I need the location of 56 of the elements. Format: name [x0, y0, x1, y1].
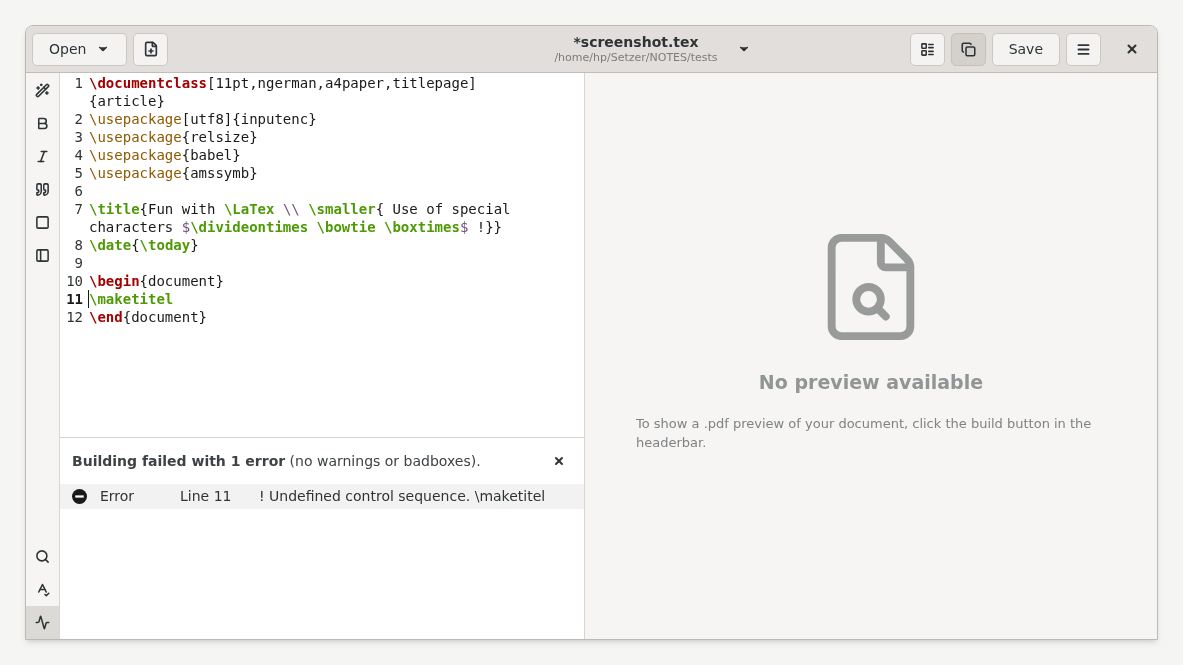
search-icon	[35, 549, 50, 564]
line-number: 5	[73, 164, 84, 182]
line-number: 12	[65, 308, 84, 326]
menu-icon	[1076, 41, 1091, 57]
code-line: \date{\today}	[89, 236, 199, 254]
save-button[interactable]: Save	[991, 32, 1060, 66]
line-number: 8	[73, 236, 84, 254]
line-number: 10	[65, 272, 84, 290]
spellcheck-icon	[35, 582, 50, 597]
list-icon	[919, 41, 935, 57]
new-file-icon	[142, 41, 159, 57]
line-number: 7	[73, 200, 84, 219]
window-title: *screenshot.tex	[573, 33, 699, 51]
no-preview-hint: To show a .pdf preview of your document, click the build button in the headerbar.	[636, 414, 1093, 452]
sidebar-tool-button[interactable]	[26, 606, 59, 639]
close-icon	[1125, 42, 1139, 56]
line-number: 2	[73, 110, 84, 128]
activity-chart-icon	[35, 615, 50, 630]
sidebar-panel-icon	[35, 248, 50, 263]
no-preview-heading: No preview available	[758, 370, 984, 395]
pages-icon	[960, 41, 976, 57]
line-number: 1	[73, 74, 84, 93]
line-number: 6	[73, 182, 84, 200]
structure-toggle-button[interactable]	[909, 32, 945, 66]
preview-toggle-button[interactable]	[950, 32, 986, 66]
code-line: \maketitel	[88, 290, 174, 308]
close-icon	[553, 455, 565, 467]
code-line: {article}	[89, 92, 166, 110]
log-line: Line 11	[180, 487, 233, 506]
log-row[interactable]: Error Line 11 ! Undefined control sequence. \maketitel	[60, 484, 584, 509]
build-status-message: Building failed with 1 error (no warnings or badboxes).	[72, 451, 481, 471]
line-number: 9	[73, 254, 84, 272]
code-line: \usepackage[utf8]{inputenc}	[89, 110, 317, 128]
bold-icon	[35, 116, 50, 131]
line-number: 3	[73, 128, 84, 146]
magic-wand-icon	[35, 83, 50, 98]
window-subtitle: /home/hp/Setzer/NOTES/tests	[554, 50, 718, 65]
log-message: ! Undefined control sequence. \maketitel	[259, 487, 546, 506]
italic-icon	[35, 149, 50, 164]
code-line: \usepackage{relsize}	[89, 128, 258, 146]
quote-icon	[35, 182, 50, 197]
code-line: \end{document}	[89, 308, 207, 326]
line-number: 11	[65, 290, 84, 308]
new-document-button[interactable]	[133, 32, 169, 66]
line-number: 4	[73, 146, 84, 164]
code-line: characters $\divideontimes \bowtie \boxtimes$ !}}	[89, 218, 504, 236]
log-type: Error	[100, 487, 136, 506]
error-icon	[72, 489, 87, 504]
code-line: \usepackage{babel}	[89, 146, 241, 164]
open-button[interactable]: Open	[32, 32, 128, 66]
menu-button[interactable]	[1066, 32, 1101, 66]
code-line: \documentclass[11pt,ngerman,a4paper,titlepage]	[89, 74, 477, 92]
code-line: \begin{document}	[89, 272, 224, 290]
square-icon	[35, 215, 50, 230]
code-line: \title{Fun with \LaTex \\ \smaller{ Use of special	[89, 200, 511, 218]
code-line: \usepackage{amssymb}	[89, 164, 258, 182]
